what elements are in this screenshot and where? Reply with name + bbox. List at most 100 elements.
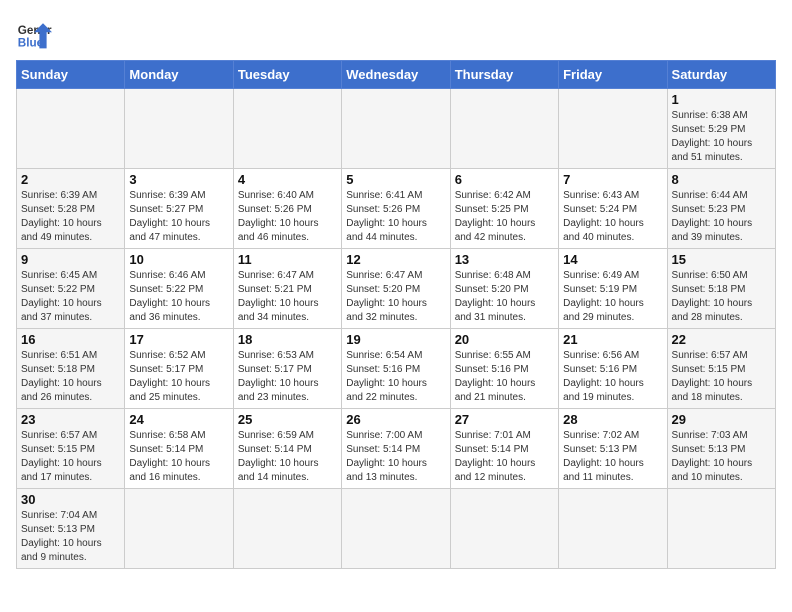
day-number: 15 xyxy=(672,252,771,267)
header: General Blue xyxy=(16,16,776,52)
day-info: Sunrise: 6:40 AM Sunset: 5:26 PM Dayligh… xyxy=(238,189,337,245)
day-info: Sunrise: 6:38 AM Sunset: 5:29 PM Dayligh… xyxy=(672,109,771,165)
day-number: 4 xyxy=(238,172,337,187)
calendar-cell: 21 Sunrise: 6:56 AM Sunset: 5:16 PM Dayli… xyxy=(559,329,667,409)
day-info: Sunrise: 7:00 AM Sunset: 5:14 PM Dayligh… xyxy=(346,429,445,485)
calendar-cell: 12Sunrise: 6:47 AM Sunset: 5:20 PM Dayli… xyxy=(342,249,450,329)
calendar-cell xyxy=(667,489,775,569)
calendar-cell: 10 Sunrise: 6:46 AM Sunset: 5:22 PM Dayli… xyxy=(125,249,233,329)
calendar-cell: 11 Sunrise: 6:47 AM Sunset: 5:21 PM Dayli… xyxy=(233,249,341,329)
day-number: 27 xyxy=(455,412,554,427)
day-info: Sunrise: 6:42 AM Sunset: 5:25 PM Dayligh… xyxy=(455,189,554,245)
day-number: 11 xyxy=(238,252,337,267)
calendar-cell: 9 Sunrise: 6:45 AM Sunset: 5:22 PM Daylig… xyxy=(17,249,125,329)
day-number: 26 xyxy=(346,412,445,427)
calendar-cell: 26 Sunrise: 7:00 AM Sunset: 5:14 PM Dayli… xyxy=(342,409,450,489)
day-number: 10 xyxy=(129,252,228,267)
day-info: Sunrise: 6:43 AM Sunset: 5:24 PM Dayligh… xyxy=(563,189,662,245)
day-info: Sunrise: 6:50 AM Sunset: 5:18 PM Dayligh… xyxy=(672,269,771,325)
calendar-cell: 2 Sunrise: 6:39 AM Sunset: 5:28 PM Daylig… xyxy=(17,169,125,249)
day-number: 6 xyxy=(455,172,554,187)
day-info: Sunrise: 6:44 AM Sunset: 5:23 PM Dayligh… xyxy=(672,189,771,245)
day-number: 22 xyxy=(672,332,771,347)
calendar-week-2: 9 Sunrise: 6:45 AM Sunset: 5:22 PM Daylig… xyxy=(17,249,776,329)
day-info: Sunrise: 6:45 AM Sunset: 5:22 PM Dayligh… xyxy=(21,269,120,325)
day-number: 9 xyxy=(21,252,120,267)
day-info: Sunrise: 6:47 AM Sunset: 5:21 PM Dayligh… xyxy=(238,269,337,325)
calendar-cell: 7 Sunrise: 6:43 AM Sunset: 5:24 PM Daylig… xyxy=(559,169,667,249)
day-info: Sunrise: 6:53 AM Sunset: 5:17 PM Dayligh… xyxy=(238,349,337,405)
day-number: 30 xyxy=(21,492,120,507)
day-info: Sunrise: 6:39 AM Sunset: 5:28 PM Dayligh… xyxy=(21,189,120,245)
calendar-cell: 20 Sunrise: 6:55 AM Sunset: 5:16 PM Dayli… xyxy=(450,329,558,409)
calendar-week-1: 2 Sunrise: 6:39 AM Sunset: 5:28 PM Daylig… xyxy=(17,169,776,249)
day-info: Sunrise: 6:52 AM Sunset: 5:17 PM Dayligh… xyxy=(129,349,228,405)
calendar-cell: 23Sunrise: 6:57 AM Sunset: 5:15 PM Dayli… xyxy=(17,409,125,489)
calendar-week-0: 1 Sunrise: 6:38 AM Sunset: 5:29 PM Daylig… xyxy=(17,89,776,169)
calendar-cell: 3Sunrise: 6:39 AM Sunset: 5:27 PM Daylig… xyxy=(125,169,233,249)
calendar-cell: 13 Sunrise: 6:48 AM Sunset: 5:20 PM Dayli… xyxy=(450,249,558,329)
calendar-cell: 25 Sunrise: 6:59 AM Sunset: 5:14 PM Dayli… xyxy=(233,409,341,489)
day-number: 2 xyxy=(21,172,120,187)
calendar-cell: 27 Sunrise: 7:01 AM Sunset: 5:14 PM Dayli… xyxy=(450,409,558,489)
calendar-cell: 22 Sunrise: 6:57 AM Sunset: 5:15 PM Dayli… xyxy=(667,329,775,409)
day-number: 21 xyxy=(563,332,662,347)
calendar-cell: 16 Sunrise: 6:51 AM Sunset: 5:18 PM Dayli… xyxy=(17,329,125,409)
calendar-cell: 29 Sunrise: 7:03 AM Sunset: 5:13 PM Dayli… xyxy=(667,409,775,489)
day-number: 3 xyxy=(129,172,228,187)
calendar-cell xyxy=(233,89,341,169)
day-number: 16 xyxy=(21,332,120,347)
day-number: 7 xyxy=(563,172,662,187)
weekday-header-monday: Monday xyxy=(125,61,233,89)
calendar-table: SundayMondayTuesdayWednesdayThursdayFrid… xyxy=(16,60,776,569)
day-number: 14 xyxy=(563,252,662,267)
day-number: 19 xyxy=(346,332,445,347)
calendar-cell: 17 Sunrise: 6:52 AM Sunset: 5:17 PM Dayli… xyxy=(125,329,233,409)
calendar-cell xyxy=(559,89,667,169)
weekday-header-saturday: Saturday xyxy=(667,61,775,89)
day-info: Sunrise: 6:57 AM Sunset: 5:15 PM Dayligh… xyxy=(672,349,771,405)
calendar-cell: 1 Sunrise: 6:38 AM Sunset: 5:29 PM Daylig… xyxy=(667,89,775,169)
calendar-cell xyxy=(125,89,233,169)
day-number: 17 xyxy=(129,332,228,347)
calendar-cell xyxy=(342,89,450,169)
day-info: Sunrise: 6:41 AM Sunset: 5:26 PM Dayligh… xyxy=(346,189,445,245)
day-number: 25 xyxy=(238,412,337,427)
day-number: 12 xyxy=(346,252,445,267)
calendar-week-5: 30Sunrise: 7:04 AM Sunset: 5:13 PM Dayli… xyxy=(17,489,776,569)
calendar-cell xyxy=(17,89,125,169)
weekday-header-thursday: Thursday xyxy=(450,61,558,89)
day-info: Sunrise: 7:01 AM Sunset: 5:14 PM Dayligh… xyxy=(455,429,554,485)
day-info: Sunrise: 6:46 AM Sunset: 5:22 PM Dayligh… xyxy=(129,269,228,325)
day-info: Sunrise: 6:51 AM Sunset: 5:18 PM Dayligh… xyxy=(21,349,120,405)
calendar-cell xyxy=(233,489,341,569)
day-number: 23 xyxy=(21,412,120,427)
day-info: Sunrise: 6:48 AM Sunset: 5:20 PM Dayligh… xyxy=(455,269,554,325)
logo-icon: General Blue xyxy=(16,16,52,52)
day-info: Sunrise: 7:03 AM Sunset: 5:13 PM Dayligh… xyxy=(672,429,771,485)
day-number: 13 xyxy=(455,252,554,267)
calendar-cell: 6 Sunrise: 6:42 AM Sunset: 5:25 PM Daylig… xyxy=(450,169,558,249)
calendar-cell xyxy=(559,489,667,569)
day-info: Sunrise: 6:55 AM Sunset: 5:16 PM Dayligh… xyxy=(455,349,554,405)
day-info: Sunrise: 6:58 AM Sunset: 5:14 PM Dayligh… xyxy=(129,429,228,485)
calendar-cell: 15 Sunrise: 6:50 AM Sunset: 5:18 PM Dayli… xyxy=(667,249,775,329)
calendar-cell: 24 Sunrise: 6:58 AM Sunset: 5:14 PM Dayli… xyxy=(125,409,233,489)
weekday-header-row: SundayMondayTuesdayWednesdayThursdayFrid… xyxy=(17,61,776,89)
day-number: 1 xyxy=(672,92,771,107)
day-number: 24 xyxy=(129,412,228,427)
day-number: 20 xyxy=(455,332,554,347)
calendar-cell: 19Sunrise: 6:54 AM Sunset: 5:16 PM Dayli… xyxy=(342,329,450,409)
day-number: 29 xyxy=(672,412,771,427)
logo: General Blue xyxy=(16,16,52,52)
day-info: Sunrise: 6:56 AM Sunset: 5:16 PM Dayligh… xyxy=(563,349,662,405)
weekday-header-wednesday: Wednesday xyxy=(342,61,450,89)
calendar-cell: 8 Sunrise: 6:44 AM Sunset: 5:23 PM Daylig… xyxy=(667,169,775,249)
day-info: Sunrise: 6:59 AM Sunset: 5:14 PM Dayligh… xyxy=(238,429,337,485)
weekday-header-sunday: Sunday xyxy=(17,61,125,89)
calendar-cell xyxy=(450,489,558,569)
day-number: 18 xyxy=(238,332,337,347)
day-number: 8 xyxy=(672,172,771,187)
calendar-cell: 5Sunrise: 6:41 AM Sunset: 5:26 PM Daylig… xyxy=(342,169,450,249)
calendar-cell: 14Sunrise: 6:49 AM Sunset: 5:19 PM Dayli… xyxy=(559,249,667,329)
